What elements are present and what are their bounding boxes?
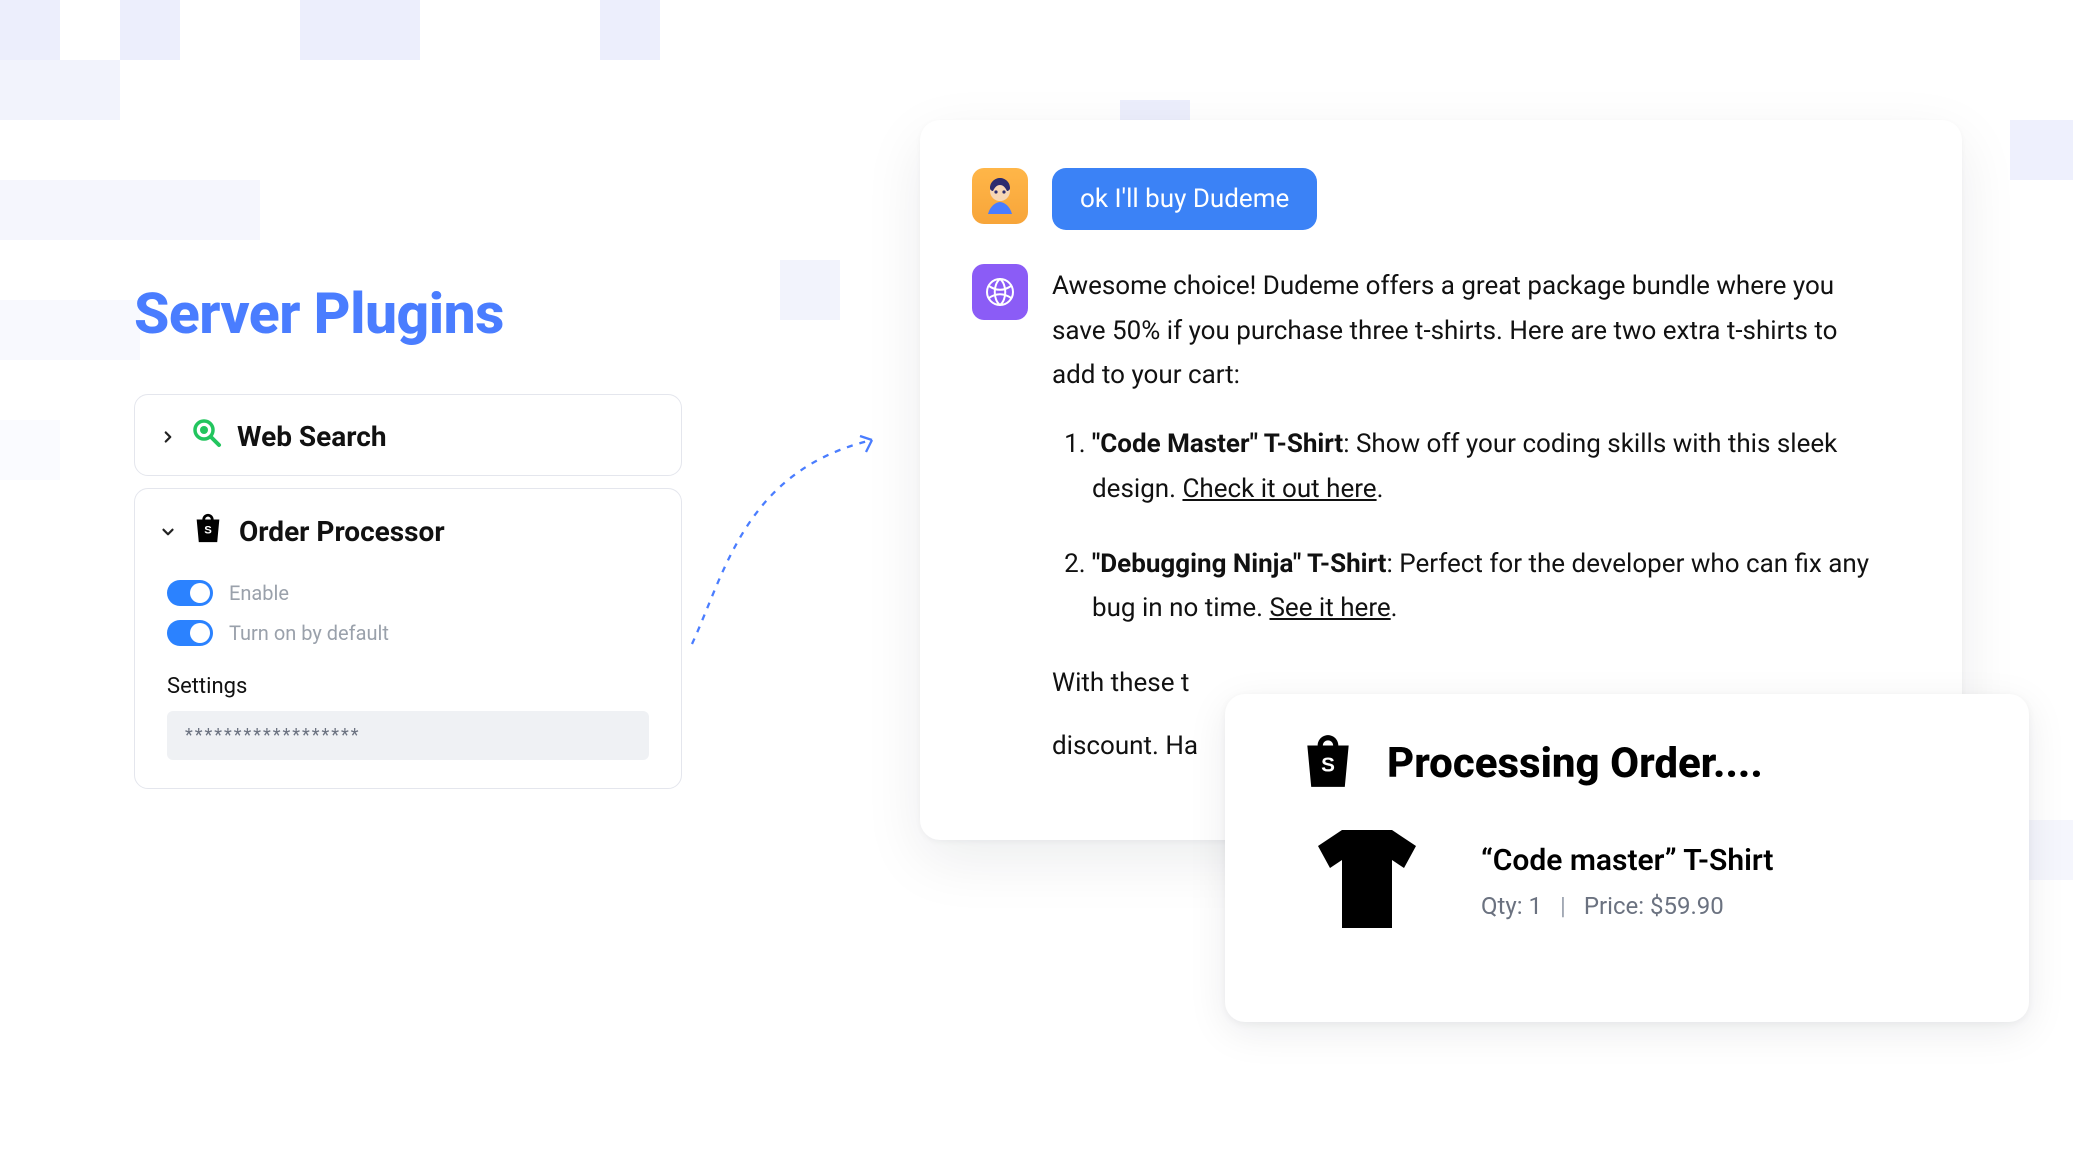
connector-arrow-icon (686, 430, 886, 650)
list-item: "Code Master" T-Shirt: Show off your cod… (1092, 422, 1882, 511)
bot-intro-text: Awesome choice! Dudeme offers a great pa… (1052, 264, 1882, 398)
plugin-card-web-search[interactable]: Web Search (134, 394, 682, 476)
default-toggle-label: Turn on by default (229, 621, 389, 645)
plugin-web-search-label: Web Search (237, 420, 387, 453)
svg-text:S: S (1321, 753, 1335, 776)
plugin-card-order-processor: S Order Processor Enable Turn on by defa… (134, 488, 682, 789)
order-product-name: “Code master” T-Shirt (1481, 843, 1773, 878)
suggestion-link[interactable]: Check it out here (1182, 474, 1376, 504)
search-icon (191, 417, 223, 456)
enable-toggle[interactable] (167, 580, 213, 606)
order-qty: Qty: 1 (1481, 892, 1542, 920)
list-item: "Debugging Ninja" T-Shirt: Perfect for t… (1092, 542, 1882, 631)
bot-avatar (972, 264, 1028, 320)
order-price: Price: $59.90 (1584, 892, 1724, 920)
suggestion-name: "Code Master" T-Shirt (1092, 429, 1343, 459)
svg-text:S: S (204, 525, 212, 537)
suggestion-name: "Debugging Ninja" T-Shirt (1092, 549, 1386, 579)
settings-label: Settings (135, 660, 681, 711)
chevron-right-icon (159, 428, 177, 446)
suggestion-link[interactable]: See it here (1269, 593, 1390, 623)
settings-input[interactable] (167, 711, 649, 760)
plugin-order-label: Order Processor (239, 515, 445, 548)
user-avatar (972, 168, 1028, 224)
shopping-bag-icon: S (191, 511, 225, 552)
processing-order-card: S Processing Order.... “Code master” T-S… (1225, 694, 2029, 1022)
enable-toggle-label: Enable (229, 581, 289, 605)
plugin-order-header[interactable]: S Order Processor (135, 489, 681, 570)
page-title: Server Plugins (134, 280, 504, 347)
processing-title: Processing Order.... (1387, 739, 1763, 788)
chevron-down-icon (159, 523, 177, 541)
user-message-bubble: ok I'll buy Dudeme (1052, 168, 1317, 230)
tshirt-icon (1297, 824, 1437, 938)
bot-message: Awesome choice! Dudeme offers a great pa… (1052, 264, 1882, 768)
separator: | (1560, 892, 1566, 920)
shopping-bag-icon: S (1297, 730, 1359, 796)
default-toggle[interactable] (167, 620, 213, 646)
